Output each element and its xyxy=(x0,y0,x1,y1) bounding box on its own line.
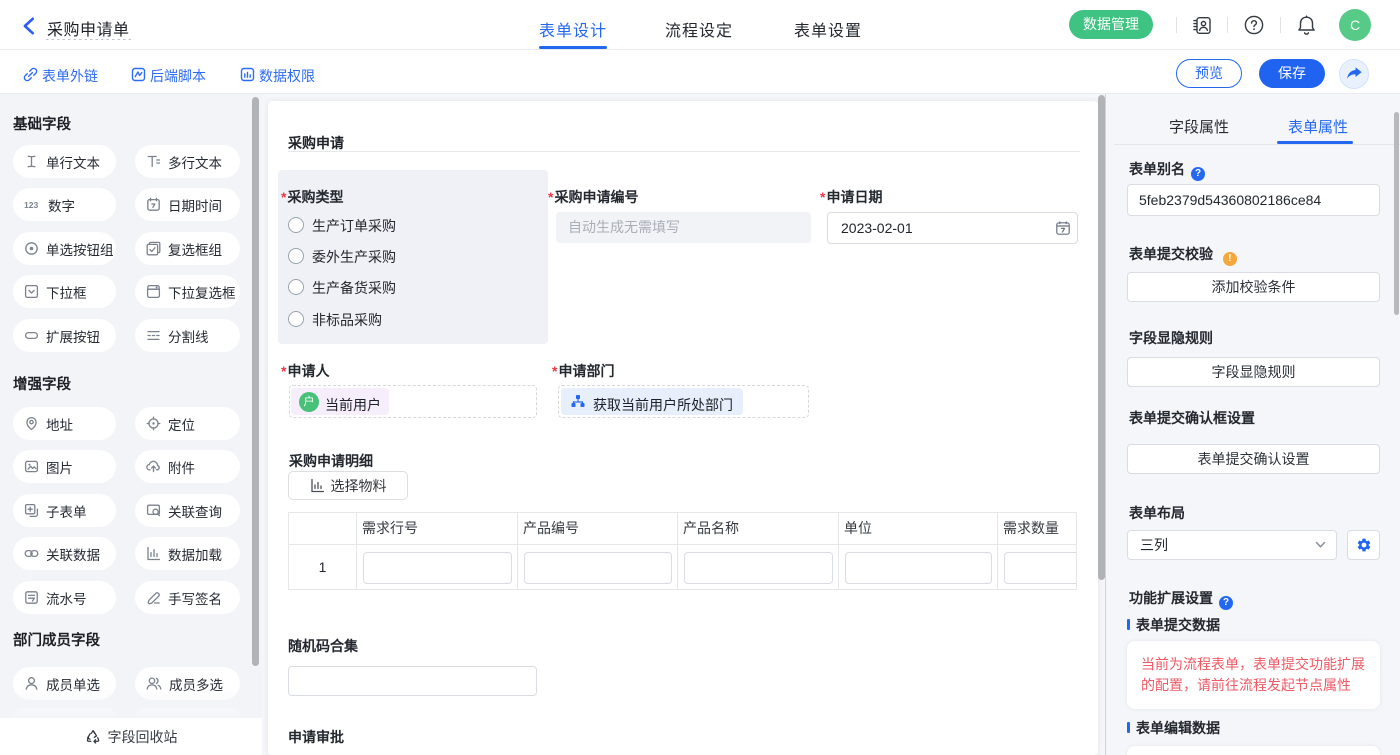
svg-text:123: 123 xyxy=(24,200,38,210)
